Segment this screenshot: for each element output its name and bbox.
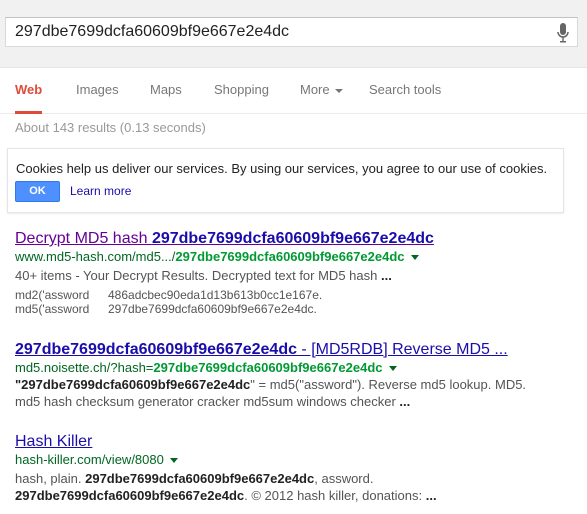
cookie-message: Cookies help us deliver our services. By… bbox=[16, 161, 548, 176]
caret-down-icon bbox=[334, 88, 343, 93]
url-bold: 297dbe7699dcfa60609bf9e667e2e4dc bbox=[153, 360, 383, 375]
title-bold: 297dbe7699dcfa60609bf9e667e2e4dc bbox=[15, 341, 297, 358]
dropdown-arrow-icon[interactable] bbox=[169, 458, 178, 464]
url-text: hash-killer.com/view/8080 bbox=[15, 452, 164, 467]
title-text: Decrypt MD5 hash bbox=[15, 230, 152, 247]
title-bold: 297dbe7699dcfa60609bf9e667e2e4dc bbox=[151, 230, 434, 247]
row-value: 297dbe7699dcfa60609bf9e667e2e4dc. bbox=[108, 302, 317, 316]
snippet-bold: 297dbe7699dcfa60609bf9e667e2e4dc bbox=[15, 488, 245, 503]
url-text: www.md5-hash.com/md5.../ bbox=[15, 249, 176, 264]
result-title-link[interactable]: Hash Killer bbox=[15, 432, 585, 451]
snippet-text: " = md5("assword"). Reverse md5 lookup. … bbox=[250, 377, 527, 392]
cookie-notice: Cookies help us deliver our services. By… bbox=[7, 148, 564, 213]
microphone-icon[interactable] bbox=[557, 23, 569, 43]
search-input[interactable] bbox=[15, 23, 535, 41]
search-result: Hash Killer hash-killer.com/view/8080 ha… bbox=[15, 432, 585, 504]
snippet-text: hash, plain. bbox=[15, 471, 86, 486]
result-snippet: md5 hash checksum generator cracker md5s… bbox=[15, 393, 585, 410]
tab-maps[interactable]: Maps bbox=[150, 82, 182, 114]
row-key: md5('assword bbox=[15, 302, 90, 316]
tab-shopping[interactable]: Shopping bbox=[214, 82, 269, 114]
ok-button[interactable]: OK bbox=[15, 181, 60, 202]
snippet-bold: 297dbe7699dcfa60609bf9e667e2e4dc bbox=[21, 377, 251, 392]
snippet-text: md5 hash checksum generator cracker md5s… bbox=[15, 394, 400, 409]
dropdown-arrow-icon[interactable] bbox=[410, 255, 419, 261]
url-text: md5.noisette.ch/?hash= bbox=[15, 360, 154, 375]
tab-more-label: More bbox=[300, 82, 330, 97]
result-stats: About 143 results (0.13 seconds) bbox=[15, 120, 206, 135]
search-tabs: Web Images Maps Shopping More Search too… bbox=[0, 68, 587, 114]
tab-images[interactable]: Images bbox=[76, 82, 119, 114]
search-result: 297dbe7699dcfa60609bf9e667e2e4dc - [MD5R… bbox=[15, 340, 585, 410]
search-result: Decrypt MD5 hash 297dbe7699dcfa60609bf9e… bbox=[15, 229, 585, 316]
result-url: md5.noisette.ch/?hash=297dbe7699dcfa6060… bbox=[15, 359, 585, 376]
result-snippet: 297dbe7699dcfa60609bf9e667e2e4dc. © 2012… bbox=[15, 487, 585, 504]
tab-web[interactable]: Web bbox=[15, 82, 43, 114]
title-text: - [MD5RDB] Reverse MD5 ... bbox=[296, 341, 508, 358]
row-key: md2('assword bbox=[15, 288, 90, 302]
table-row: md5('assword 297dbe7699dcfa60609bf9e667e2… bbox=[15, 302, 585, 316]
ellipsis: ... bbox=[399, 394, 411, 409]
url-bold: 297dbe7699dcfa60609bf9e667e2e4dc bbox=[175, 249, 405, 264]
snippet-text: 40+ items - Your Decrypt Results. Decryp… bbox=[15, 268, 381, 283]
dropdown-arrow-icon[interactable] bbox=[388, 366, 397, 372]
learn-more-link[interactable]: Learn more bbox=[70, 184, 131, 198]
ellipsis: ... bbox=[425, 488, 437, 503]
table-row: md2('assword 486adcbec90eda1d13b613b0cc1e… bbox=[15, 288, 585, 302]
snippet-text: , assword. bbox=[314, 471, 374, 486]
search-box[interactable] bbox=[5, 17, 578, 47]
tab-more[interactable]: More bbox=[300, 82, 343, 114]
row-value: 486adcbec90eda1d13b613b0cc1e167e. bbox=[108, 288, 323, 302]
tab-search-tools[interactable]: Search tools bbox=[369, 82, 441, 114]
ellipsis: ... bbox=[380, 268, 392, 283]
result-snippet: "297dbe7699dcfa60609bf9e667e2e4dc" = md5… bbox=[15, 376, 585, 393]
result-snippet: 40+ items - Your Decrypt Results. Decryp… bbox=[15, 267, 585, 284]
result-url: hash-killer.com/view/8080 bbox=[15, 451, 585, 468]
result-snippet: hash, plain. 297dbe7699dcfa60609bf9e667e… bbox=[15, 470, 585, 487]
result-title-link[interactable]: Decrypt MD5 hash 297dbe7699dcfa60609bf9e… bbox=[15, 229, 585, 248]
result-title-link[interactable]: 297dbe7699dcfa60609bf9e667e2e4dc - [MD5R… bbox=[15, 340, 585, 359]
result-url: www.md5-hash.com/md5.../297dbe7699dcfa60… bbox=[15, 248, 585, 265]
snippet-bold: 297dbe7699dcfa60609bf9e667e2e4dc bbox=[85, 471, 315, 486]
snippet-text: . © 2012 hash killer, donations: bbox=[244, 488, 426, 503]
header bbox=[0, 0, 587, 68]
